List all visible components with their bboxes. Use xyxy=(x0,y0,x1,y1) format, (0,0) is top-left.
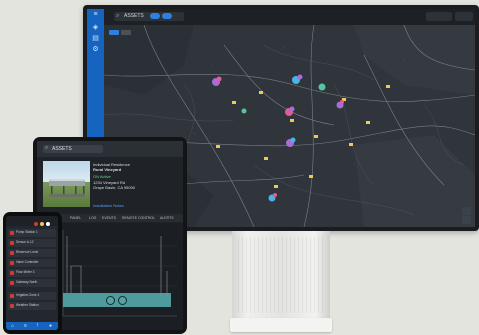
tablet-header: ⌕ ASSETS xyxy=(37,141,183,157)
list-item-label: Flow Meter 3 xyxy=(16,270,35,274)
search-icon: ⌕ xyxy=(45,145,49,151)
list-item-label: Sensor A-12 xyxy=(16,240,34,244)
tab-panel[interactable]: PANEL xyxy=(70,216,81,220)
map-icon[interactable]: ◈ xyxy=(91,24,100,31)
asset-name: Rural Vineyard xyxy=(93,167,122,172)
tab-alerts[interactable]: ALERTS xyxy=(160,216,174,220)
previous-button[interactable] xyxy=(106,296,115,305)
top-bar: ⌕ ASSETS xyxy=(104,9,475,26)
asset-status: ON Active xyxy=(93,174,111,179)
nav-alert-icon[interactable]: ! xyxy=(37,323,38,329)
phone-bottom-nav: ⌂ ≡ ! ● xyxy=(6,322,58,330)
alert-icon xyxy=(10,251,14,255)
list-item[interactable]: Gateway North xyxy=(8,279,56,287)
list-item-label: Valve Controller xyxy=(16,260,39,264)
nav-user-icon[interactable]: ● xyxy=(49,323,52,329)
phone-status-dots xyxy=(34,222,50,226)
phone-header xyxy=(6,216,58,226)
filter-pill[interactable] xyxy=(162,13,172,19)
asset-city: Grape Basin, CA 95000 xyxy=(93,185,136,190)
list-item-label: Pump Station 1 xyxy=(16,230,38,234)
list-item[interactable]: Sensor A-12 xyxy=(8,239,56,247)
svg-text:·: · xyxy=(434,122,435,126)
date-selector[interactable] xyxy=(426,12,452,21)
monitor-stand xyxy=(232,231,330,319)
alert-icon xyxy=(10,281,14,285)
monitor-stand-base xyxy=(230,318,332,332)
list-item-label: Gateway North xyxy=(16,280,38,284)
svg-text:·: · xyxy=(284,46,285,50)
tab-events[interactable]: EVENTS xyxy=(102,216,116,220)
alert-icon xyxy=(10,294,14,298)
map-toggle-button[interactable] xyxy=(109,30,119,35)
layers-icon[interactable]: ▤ xyxy=(91,35,100,42)
list-item[interactable]: Reservoir Level xyxy=(8,249,56,257)
alert-icon xyxy=(10,231,14,235)
list-item-label: Irrigation Zone 4 xyxy=(16,293,40,297)
search-label: ASSETS xyxy=(124,13,144,19)
settings-icon[interactable]: ⚙ xyxy=(91,46,100,53)
menu-icon[interactable]: ≡ xyxy=(91,11,100,18)
nav-list-icon[interactable]: ≡ xyxy=(24,323,27,329)
list-item-label: Reservoir Level xyxy=(16,250,39,254)
tablet-search-label: ASSETS xyxy=(52,146,72,152)
alert-icon xyxy=(10,241,14,245)
filter-pill[interactable] xyxy=(150,13,160,19)
search-input[interactable]: ⌕ ASSETS xyxy=(114,12,184,21)
svg-text:·: · xyxy=(212,64,213,68)
search-icon: ⌕ xyxy=(116,13,120,19)
alert-icon xyxy=(10,261,14,265)
pavilion-image xyxy=(49,179,85,197)
alert-icon xyxy=(10,304,14,308)
zoom-out-button[interactable] xyxy=(462,216,471,224)
tablet-search-input[interactable]: ⌕ ASSETS xyxy=(43,145,103,153)
asset-photo xyxy=(43,161,90,207)
installation-notes-link[interactable]: Installation Notes xyxy=(93,203,124,208)
list-item[interactable]: Pump Station 1 xyxy=(8,229,56,237)
svg-text:·: · xyxy=(354,162,355,166)
list-item-label: Weather Station xyxy=(16,303,39,307)
phone-screen: Pump Station 1 Sensor A-12 Reservoir Lev… xyxy=(6,216,58,330)
zoom-in-button[interactable] xyxy=(462,207,471,215)
list-item[interactable]: Flow Meter 3 xyxy=(8,269,56,277)
list-item[interactable]: Irrigation Zone 4 xyxy=(8,292,56,300)
tab-remote-control[interactable]: REMOTE CONTROL xyxy=(122,216,155,220)
satellite-toggle-button[interactable] xyxy=(121,30,131,35)
nav-home-icon[interactable]: ⌂ xyxy=(11,323,14,329)
svg-text:·: · xyxy=(404,58,405,62)
list-item[interactable]: Weather Station xyxy=(8,302,56,310)
list-item[interactable]: Valve Controller xyxy=(8,259,56,267)
svg-text:·: · xyxy=(194,132,195,136)
next-button[interactable] xyxy=(118,296,127,305)
user-menu[interactable] xyxy=(455,12,473,21)
tab-log[interactable]: LOG xyxy=(89,216,96,220)
alert-icon xyxy=(10,271,14,275)
